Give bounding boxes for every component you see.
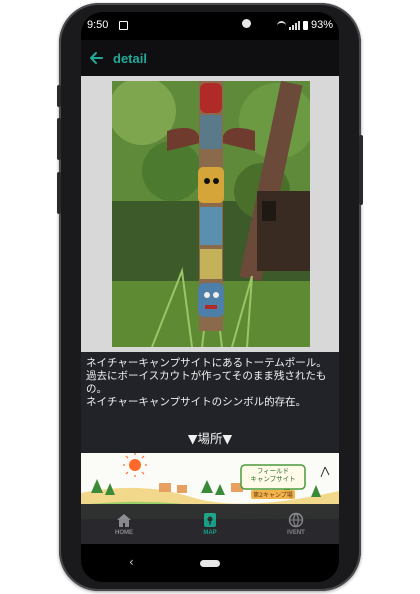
totem-pole-photo xyxy=(112,81,310,347)
map-sign-line3: 第2キャンプ場 xyxy=(253,491,293,499)
battery-icon xyxy=(302,20,308,30)
side-button xyxy=(57,85,61,107)
nav-map-label: MAP xyxy=(203,530,217,536)
battery-percent: 93% xyxy=(310,19,333,31)
nav-home-label: HOME xyxy=(115,529,133,536)
notch xyxy=(139,12,281,38)
status-time: 9:50 xyxy=(87,19,109,31)
side-button xyxy=(57,118,61,160)
system-navigation-bar: ‹ xyxy=(81,544,339,582)
page-title: detail xyxy=(113,50,147,66)
side-button xyxy=(359,135,363,205)
home-icon xyxy=(117,513,131,527)
signal-icon xyxy=(288,20,300,30)
map-sign-line2: キャンプサイト xyxy=(250,475,295,483)
back-arrow-icon[interactable] xyxy=(85,47,107,69)
status-bar: 9:50 93% xyxy=(81,12,339,40)
description-text: ネイチャーキャンプサイトにあるトーテムポール。 過去にボーイスカウトが作ってその… xyxy=(86,357,327,408)
wifi-icon xyxy=(276,21,286,29)
nav-ivent[interactable]: IVENT xyxy=(253,504,339,544)
system-back-icon[interactable]: ‹ xyxy=(129,555,134,569)
nav-map[interactable]: MAP xyxy=(167,504,253,544)
image-notification-icon xyxy=(119,21,128,30)
detail-content[interactable]: ネイチャーキャンプサイトにあるトーテムポール。 過去にボーイスカウトが作ってその… xyxy=(81,76,339,519)
system-home-icon[interactable] xyxy=(200,560,220,567)
location-heading: ▼場所▼ xyxy=(187,431,233,446)
app-bar: detail xyxy=(81,40,339,76)
map-sign-line1: フィールド xyxy=(257,467,289,475)
phone-screen: 9:50 93% detail ネイチャーキャンプサイトにあるトーテムポール。 … xyxy=(81,12,339,582)
map-icon xyxy=(204,513,216,527)
camera-icon xyxy=(242,19,251,28)
nav-ivent-label: IVENT xyxy=(287,530,305,536)
side-button xyxy=(57,172,61,214)
photo-panel xyxy=(81,76,339,352)
bottom-navigation: HOME MAP IVENT xyxy=(81,504,339,544)
globe-icon xyxy=(288,512,304,528)
nav-home[interactable]: HOME xyxy=(81,504,167,544)
status-icons: 93% xyxy=(276,19,333,31)
